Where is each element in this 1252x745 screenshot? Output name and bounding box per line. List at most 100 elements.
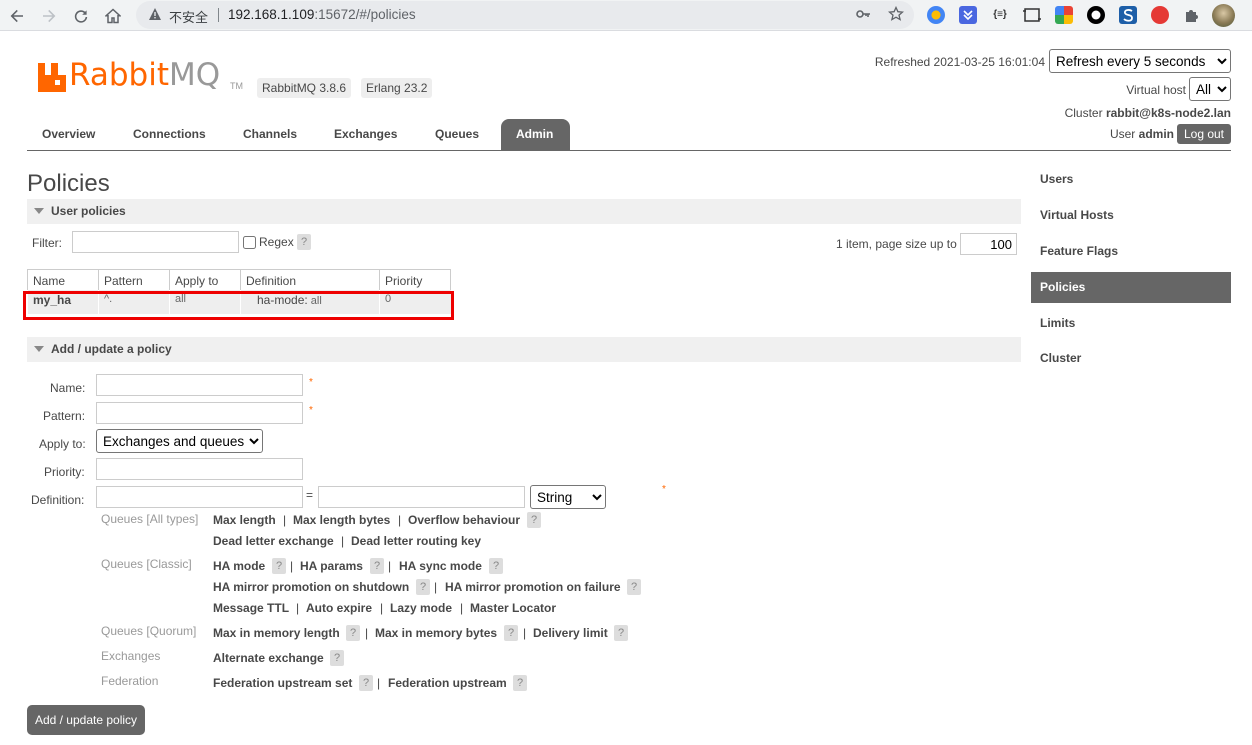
option-master-locator[interactable]: Master Locator: [470, 601, 556, 615]
regex-checkbox[interactable]: [243, 236, 256, 249]
user-policies-header[interactable]: User policies: [27, 199, 1021, 224]
separator: |: [283, 513, 287, 527]
key-icon[interactable]: [854, 6, 872, 24]
page-size-input[interactable]: [960, 233, 1017, 255]
tab-exchanges[interactable]: Exchanges: [319, 119, 412, 150]
ha-sync-mode-help-icon[interactable]: ?: [489, 558, 503, 574]
option-max-length-bytes[interactable]: Max length bytes: [293, 513, 390, 527]
red-extension-icon[interactable]: [1151, 6, 1169, 24]
option-alternate-exchange[interactable]: Alternate exchange: [213, 651, 324, 665]
ha-shutdown-help-icon[interactable]: ?: [416, 579, 430, 595]
address-bar[interactable]: 不安全 192.168.1.109:15672/#/policies: [136, 1, 914, 29]
option-message-ttl[interactable]: Message TTL: [213, 601, 289, 615]
url-text[interactable]: 192.168.1.109:15672/#/policies: [228, 7, 416, 22]
circle-extension-icon[interactable]: [1087, 6, 1105, 24]
option-dead-letter-routing-key[interactable]: Dead letter routing key: [351, 534, 481, 548]
option-delivery-limit[interactable]: Delivery limit: [533, 626, 608, 640]
screenshot-icon[interactable]: [1023, 6, 1041, 24]
option-auto-expire[interactable]: Auto expire: [306, 601, 372, 615]
federation-upstream-set-help-icon[interactable]: ?: [359, 675, 373, 691]
forward-icon[interactable]: [37, 4, 61, 28]
option-max-in-memory-bytes[interactable]: Max in memory bytes: [375, 626, 497, 640]
logout-button[interactable]: Log out: [1177, 124, 1231, 144]
tab-queues[interactable]: Queues: [420, 119, 494, 150]
json-extension-icon[interactable]: {≡}: [991, 6, 1009, 24]
definition-value-input[interactable]: [318, 486, 525, 508]
home-icon[interactable]: [101, 4, 125, 28]
option-ha-params[interactable]: HA params: [300, 559, 363, 573]
tab-admin[interactable]: Admin: [501, 119, 570, 150]
option-ha-sync-mode[interactable]: HA sync mode: [399, 559, 482, 573]
apply-to-select[interactable]: Exchanges and queues: [96, 429, 263, 453]
definition-key-input[interactable]: [96, 486, 303, 508]
option-federation-upstream[interactable]: Federation upstream: [388, 676, 507, 690]
add-policy-header[interactable]: Add / update a policy: [27, 337, 1021, 362]
federation-upstream-help-icon[interactable]: ?: [513, 675, 527, 691]
column-header-pattern[interactable]: Pattern: [98, 269, 170, 290]
regex-label: Regex: [259, 235, 294, 249]
row-highlight-box: [23, 291, 454, 320]
star-icon[interactable]: [887, 5, 905, 24]
s-extension-icon[interactable]: [1119, 6, 1137, 24]
logo-mq: MQ: [168, 57, 221, 93]
option-lazy-mode[interactable]: Lazy mode: [390, 601, 452, 615]
option-max-length[interactable]: Max length: [213, 513, 276, 527]
overflow-help-icon[interactable]: ?: [527, 512, 541, 528]
regex-help-icon[interactable]: ?: [297, 234, 311, 250]
policy-priority-input[interactable]: [96, 458, 303, 480]
option-ha-promotion-shutdown[interactable]: HA mirror promotion on shutdown: [213, 580, 409, 594]
delivery-limit-help-icon[interactable]: ?: [614, 625, 628, 641]
column-header-apply-to[interactable]: Apply to: [169, 269, 241, 290]
policy-pattern-input[interactable]: [96, 402, 303, 424]
profile-avatar[interactable]: [1212, 4, 1235, 27]
filter-input[interactable]: [72, 231, 239, 253]
option-overflow-behaviour[interactable]: Overflow behaviour: [408, 513, 520, 527]
alternate-exchange-help-icon[interactable]: ?: [330, 650, 344, 666]
tab-connections[interactable]: Connections: [118, 119, 221, 150]
definition-type-select[interactable]: String: [530, 485, 606, 509]
logo-trademark: TM: [230, 81, 243, 91]
required-marker: *: [662, 484, 666, 495]
sidebar-item-cluster[interactable]: Cluster: [1031, 343, 1231, 374]
virtual-host-select[interactable]: All: [1189, 77, 1231, 101]
separator: |: [398, 513, 402, 527]
reload-icon[interactable]: [69, 4, 93, 28]
chrome-extension-icon[interactable]: [1055, 6, 1073, 24]
puzzle-icon[interactable]: [1183, 6, 1201, 24]
add-update-policy-button[interactable]: Add / update policy: [27, 705, 145, 735]
browser-toolbar: 不安全 192.168.1.109:15672/#/policies {≡}: [0, 0, 1252, 31]
extension-icon-2[interactable]: [959, 6, 977, 24]
sidebar-item-users[interactable]: Users: [1031, 164, 1231, 195]
rabbitmq-version-badge: RabbitMQ 3.8.6: [257, 78, 352, 98]
column-header-name[interactable]: Name: [27, 269, 99, 290]
priority-label: Priority:: [44, 465, 85, 479]
apply-to-label: Apply to:: [39, 437, 86, 451]
max-memory-bytes-help-icon[interactable]: ?: [504, 625, 518, 641]
option-dead-letter-exchange[interactable]: Dead letter exchange: [213, 534, 334, 548]
separator: |: [388, 559, 392, 573]
user-info: User admin: [1110, 127, 1174, 141]
back-icon[interactable]: [5, 4, 29, 28]
option-federation-upstream-set[interactable]: Federation upstream set: [213, 676, 352, 690]
option-max-in-memory-length[interactable]: Max in memory length: [213, 626, 340, 640]
max-memory-length-help-icon[interactable]: ?: [346, 625, 360, 641]
sidebar-item-virtual-hosts[interactable]: Virtual Hosts: [1031, 200, 1231, 231]
policy-name-input[interactable]: [96, 374, 303, 396]
option-ha-promotion-failure[interactable]: HA mirror promotion on failure: [445, 580, 621, 594]
tab-channels[interactable]: Channels: [228, 119, 312, 150]
column-header-priority[interactable]: Priority: [379, 269, 451, 290]
extension-icon-1[interactable]: [927, 6, 945, 24]
option-ha-mode[interactable]: HA mode: [213, 559, 265, 573]
definition-label: Definition:: [31, 493, 85, 507]
sidebar-item-feature-flags[interactable]: Feature Flags: [1031, 236, 1231, 267]
sidebar-item-policies[interactable]: Policies: [1031, 272, 1231, 303]
column-header-definition[interactable]: Definition: [240, 269, 380, 290]
tab-overview[interactable]: Overview: [27, 119, 110, 150]
cluster-label: Cluster: [1064, 106, 1103, 120]
virtual-host-label: Virtual host: [1126, 83, 1186, 97]
ha-params-help-icon[interactable]: ?: [370, 558, 384, 574]
refresh-interval-select[interactable]: Refresh every 5 seconds: [1049, 49, 1231, 73]
ha-mode-help-icon[interactable]: ?: [272, 558, 286, 574]
sidebar-item-limits[interactable]: Limits: [1031, 308, 1231, 339]
ha-failure-help-icon[interactable]: ?: [627, 579, 641, 595]
